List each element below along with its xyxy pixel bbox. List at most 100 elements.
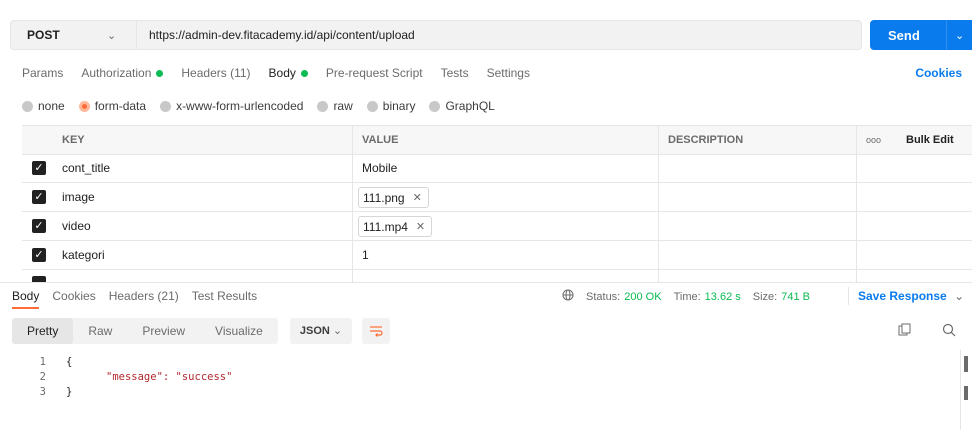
checkbox-checked-icon[interactable]: ✓ bbox=[32, 190, 46, 204]
radio-label: form-data bbox=[94, 99, 147, 113]
status-value: 200 OK bbox=[624, 290, 662, 303]
radio-icon bbox=[22, 100, 33, 112]
tab-response-headers[interactable]: Headers (21) bbox=[109, 289, 179, 309]
table-row: ✓ video 111.mp4 ✕ bbox=[22, 212, 972, 241]
url-input[interactable]: https://admin-dev.fitacademy.id/api/cont… bbox=[136, 20, 862, 50]
status-dot bbox=[156, 69, 164, 77]
tab-label: Body bbox=[268, 66, 296, 80]
close-icon[interactable]: ✕ bbox=[416, 220, 425, 233]
scrollbar-marker[interactable] bbox=[964, 386, 968, 400]
bulk-edit-button[interactable]: Bulk Edit bbox=[906, 126, 954, 154]
file-name: 111.mp4 bbox=[363, 219, 408, 234]
tab-label: Authorization bbox=[81, 66, 152, 80]
copy-icon[interactable] bbox=[898, 323, 912, 340]
code-text: "message": "success" bbox=[106, 371, 233, 383]
file-chip[interactable]: 111.mp4 ✕ bbox=[358, 216, 433, 237]
time-label: Time: bbox=[673, 290, 701, 303]
chevron-down-icon: ⌄ bbox=[954, 289, 965, 303]
close-icon[interactable]: ✕ bbox=[413, 191, 422, 204]
divider bbox=[848, 287, 849, 305]
tab-label: Tests bbox=[440, 66, 469, 80]
tab-pretty[interactable]: Pretty bbox=[12, 318, 74, 344]
tab-raw[interactable]: Raw bbox=[73, 318, 127, 344]
send-divider bbox=[946, 20, 947, 50]
tab-response-body[interactable]: Body bbox=[12, 289, 40, 309]
tab-preview[interactable]: Preview bbox=[127, 318, 200, 344]
tab-test-results[interactable]: Test Results bbox=[192, 289, 257, 309]
tab-label: Pre-request Script bbox=[325, 66, 423, 80]
radio-icon bbox=[317, 100, 329, 112]
radio-form-data[interactable]: form-data bbox=[78, 99, 147, 113]
tab-headers[interactable]: Headers (11) bbox=[181, 66, 250, 80]
url-text: https://admin-dev.fitacademy.id/api/cont… bbox=[149, 28, 415, 42]
cookies-link[interactable]: Cookies bbox=[915, 66, 962, 80]
checkbox-checked-icon[interactable]: ✓ bbox=[32, 248, 46, 262]
radio-label: x-www-form-urlencoded bbox=[176, 99, 304, 113]
column-divider bbox=[856, 125, 857, 282]
radio-raw[interactable]: raw bbox=[317, 99, 353, 113]
row-key[interactable]: image bbox=[62, 183, 95, 211]
status-label: Status: bbox=[586, 290, 621, 303]
scrollbar-marker[interactable] bbox=[964, 356, 968, 372]
column-value: VALUE bbox=[362, 134, 399, 146]
send-label: Send bbox=[888, 27, 920, 43]
tab-params[interactable]: Params bbox=[22, 66, 63, 80]
tab-tests[interactable]: Tests bbox=[441, 66, 469, 80]
response-status-bar: Status: 200 OK Time: 13.62 s Size: 741 B bbox=[562, 289, 822, 304]
save-response-label: Save Response bbox=[858, 289, 947, 303]
table-header: KEY VALUE DESCRIPTION ooo Bulk Edit bbox=[22, 125, 972, 155]
row-value[interactable]: 1 bbox=[362, 241, 369, 269]
column-key: KEY bbox=[62, 134, 85, 146]
code-text: } bbox=[66, 386, 73, 398]
chevron-down-icon[interactable]: ⌄ bbox=[955, 29, 964, 42]
format-label: JSON bbox=[299, 325, 330, 337]
row-key[interactable]: cont_title bbox=[62, 154, 110, 182]
row-key[interactable]: kategori bbox=[62, 241, 105, 269]
tab-pre-request-script[interactable]: Pre-request Script bbox=[326, 66, 423, 80]
radio-graphql[interactable]: GraphQL bbox=[429, 99, 495, 113]
code-text: { bbox=[66, 356, 73, 368]
time-value: 13.62 s bbox=[704, 290, 741, 303]
status-dot bbox=[300, 69, 308, 77]
row-key[interactable]: video bbox=[62, 212, 91, 240]
tab-authorization[interactable]: Authorization bbox=[81, 66, 164, 80]
response-view-bar: Pretty Raw Preview Visualize JSON ⌄ bbox=[12, 318, 391, 344]
tab-label: Headers (11) bbox=[181, 66, 251, 80]
wrap-lines-icon[interactable] bbox=[362, 318, 391, 344]
format-select[interactable]: JSON ⌄ bbox=[289, 318, 353, 344]
column-divider bbox=[352, 125, 353, 282]
line-number: 3 bbox=[39, 386, 46, 398]
file-chip[interactable]: 111.png ✕ bbox=[358, 187, 429, 208]
radio-label: binary bbox=[382, 99, 416, 113]
body-type-radios: none form-data x-www-form-urlencoded raw… bbox=[22, 99, 509, 113]
send-button[interactable]: Send ⌄ bbox=[870, 20, 972, 50]
file-name: 111.png bbox=[363, 190, 405, 205]
globe-icon[interactable] bbox=[562, 289, 576, 304]
tab-label: Params bbox=[22, 66, 64, 80]
table-row: ✓ kategori 1 bbox=[22, 241, 972, 270]
tab-response-cookies[interactable]: Cookies bbox=[52, 289, 95, 309]
checkbox-checked-icon[interactable]: ✓ bbox=[32, 161, 46, 175]
row-value[interactable]: Mobile bbox=[362, 154, 397, 182]
chevron-down-icon: ⌄ bbox=[107, 29, 117, 42]
tab-settings[interactable]: Settings bbox=[487, 66, 530, 80]
radio-selected-icon bbox=[78, 100, 90, 112]
line-number: 2 bbox=[39, 371, 46, 383]
radio-none[interactable]: none bbox=[22, 99, 65, 113]
column-divider bbox=[658, 125, 659, 282]
radio-icon bbox=[366, 100, 378, 112]
request-tabs: Params Authorization Headers (11) Body P… bbox=[22, 66, 548, 80]
tab-body[interactable]: Body bbox=[269, 66, 308, 80]
size-label: Size: bbox=[752, 290, 778, 303]
save-response-button[interactable]: Save Response ⌄ bbox=[858, 289, 964, 303]
checkbox-checked-icon[interactable]: ✓ bbox=[32, 219, 46, 233]
radio-binary[interactable]: binary bbox=[366, 99, 416, 113]
radio-icon bbox=[429, 100, 441, 112]
more-options-icon[interactable]: ooo bbox=[866, 126, 881, 154]
tab-visualize[interactable]: Visualize bbox=[200, 318, 278, 344]
response-tabs: Body Cookies Headers (21) Test Results bbox=[12, 289, 270, 309]
method-select[interactable]: POST ⌄ bbox=[10, 20, 136, 50]
radio-urlencoded[interactable]: x-www-form-urlencoded bbox=[160, 99, 303, 113]
search-icon[interactable] bbox=[942, 323, 956, 340]
chevron-down-icon: ⌄ bbox=[332, 325, 343, 337]
